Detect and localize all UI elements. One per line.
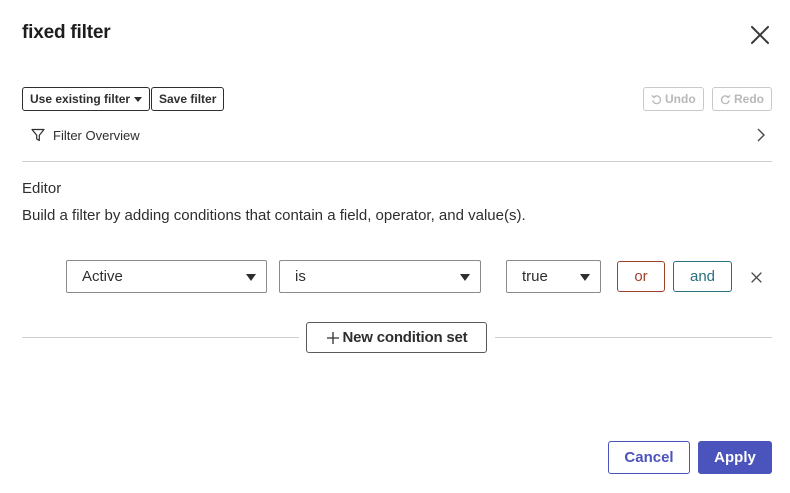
editor-heading: Editor bbox=[22, 180, 62, 197]
use-existing-filter-label: Use existing filter bbox=[30, 92, 131, 106]
use-existing-filter-dropdown[interactable]: Use existing filter bbox=[22, 87, 151, 111]
cancel-button[interactable]: Cancel bbox=[608, 441, 690, 474]
divider bbox=[22, 337, 299, 338]
operator-select-value: is bbox=[295, 268, 306, 285]
operator-select[interactable]: is bbox=[279, 260, 481, 293]
save-filter-label: Save filter bbox=[159, 92, 217, 106]
field-select[interactable]: Active bbox=[66, 260, 267, 293]
cancel-label: Cancel bbox=[624, 449, 674, 466]
funnel-icon bbox=[31, 128, 45, 142]
apply-label: Apply bbox=[714, 449, 756, 466]
filter-overview-label: Filter Overview bbox=[53, 127, 140, 143]
plus-icon bbox=[326, 331, 339, 344]
apply-button[interactable]: Apply bbox=[698, 441, 772, 474]
close-icon bbox=[750, 271, 762, 283]
redo-button[interactable]: Redo bbox=[712, 87, 772, 111]
field-select-value: Active bbox=[82, 268, 123, 285]
triangle-down-icon bbox=[580, 274, 590, 281]
close-button[interactable] bbox=[746, 21, 774, 49]
chevron-right-icon bbox=[757, 128, 765, 142]
divider bbox=[495, 337, 772, 338]
new-condition-set-label: New condition set bbox=[342, 329, 468, 346]
dialog-title: fixed filter bbox=[22, 22, 111, 43]
or-label: or bbox=[634, 268, 648, 285]
value-select[interactable]: true bbox=[506, 260, 601, 293]
remove-condition-button[interactable] bbox=[747, 268, 765, 286]
filter-dialog: fixed filter Use existing filter Save fi… bbox=[0, 0, 790, 493]
new-condition-set-button[interactable]: New condition set bbox=[306, 322, 487, 353]
undo-icon bbox=[651, 94, 662, 104]
caret-down-icon bbox=[134, 97, 143, 102]
undo-label: Undo bbox=[665, 92, 696, 106]
triangle-down-icon bbox=[460, 274, 470, 281]
divider bbox=[22, 161, 772, 162]
editor-description: Build a filter by adding conditions that… bbox=[22, 207, 526, 224]
save-filter-button[interactable]: Save filter bbox=[151, 87, 225, 111]
redo-icon bbox=[720, 94, 731, 104]
value-select-value: true bbox=[522, 268, 548, 285]
and-button[interactable]: and bbox=[673, 261, 732, 292]
redo-label: Redo bbox=[734, 92, 764, 106]
and-label: and bbox=[689, 268, 716, 285]
triangle-down-icon bbox=[246, 274, 256, 281]
filter-overview-row[interactable]: Filter Overview bbox=[22, 122, 772, 148]
or-button[interactable]: or bbox=[617, 261, 665, 292]
undo-button[interactable]: Undo bbox=[643, 87, 704, 111]
close-icon bbox=[751, 26, 769, 44]
